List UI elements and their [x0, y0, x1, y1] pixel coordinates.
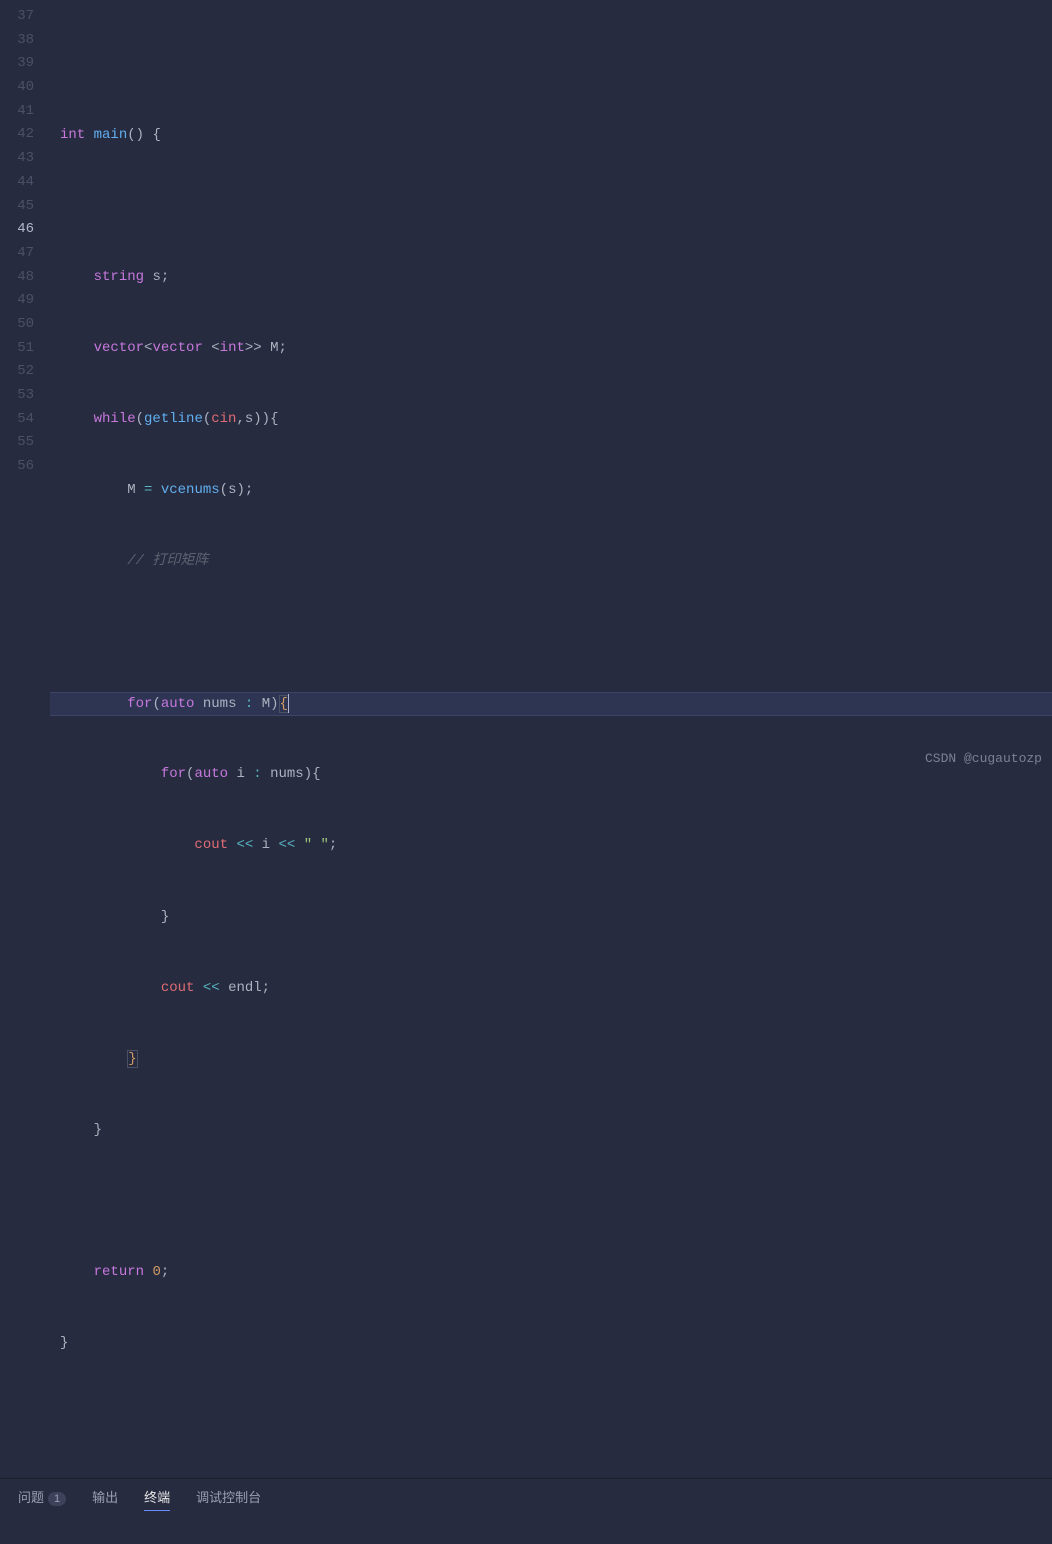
- tab-debug-console[interactable]: 调试控制台: [196, 1487, 261, 1511]
- tab-terminal[interactable]: 终端: [144, 1487, 170, 1511]
- line-number: 48: [0, 266, 34, 290]
- panel-tabs: 问题1 输出 终端 调试控制台: [0, 1478, 1052, 1519]
- line-number: 43: [0, 147, 34, 171]
- problems-badge: 1: [48, 1492, 66, 1506]
- line-number: 53: [0, 384, 34, 408]
- tab-problems[interactable]: 问题1: [18, 1487, 66, 1511]
- line-number: 47: [0, 242, 34, 266]
- line-number-gutter: 37 38 39 40 41 42 43 44 45 46 47 48 49 5…: [0, 0, 60, 1474]
- line-number: 40: [0, 76, 34, 100]
- line-number: 49: [0, 289, 34, 313]
- line-number: 38: [0, 29, 34, 53]
- line-number: 54: [0, 408, 34, 432]
- line-number: 55: [0, 431, 34, 455]
- line-number: 37: [0, 5, 34, 29]
- line-number: 46: [0, 218, 34, 242]
- line-number: 50: [0, 313, 34, 337]
- line-number: 44: [0, 171, 34, 195]
- line-number: 45: [0, 195, 34, 219]
- tab-output[interactable]: 输出: [92, 1487, 118, 1511]
- line-number: 42: [0, 123, 34, 147]
- line-number: 52: [0, 360, 34, 384]
- line-number: 56: [0, 455, 34, 479]
- terminal-panel[interactable]: PS C:\Users\cug-auto-zp\Desktop\Python-C…: [0, 1519, 1052, 1544]
- line-number: 39: [0, 52, 34, 76]
- text-cursor: [288, 694, 289, 713]
- line-number: 41: [0, 100, 34, 124]
- code-editor: 37 38 39 40 41 42 43 44 45 46 47 48 49 5…: [0, 0, 1052, 1474]
- line-number: 51: [0, 337, 34, 361]
- watermark: CSDN @cugautozp: [925, 751, 1042, 766]
- code-area[interactable]: int main() { string s; vector<vector <in…: [60, 0, 1052, 1474]
